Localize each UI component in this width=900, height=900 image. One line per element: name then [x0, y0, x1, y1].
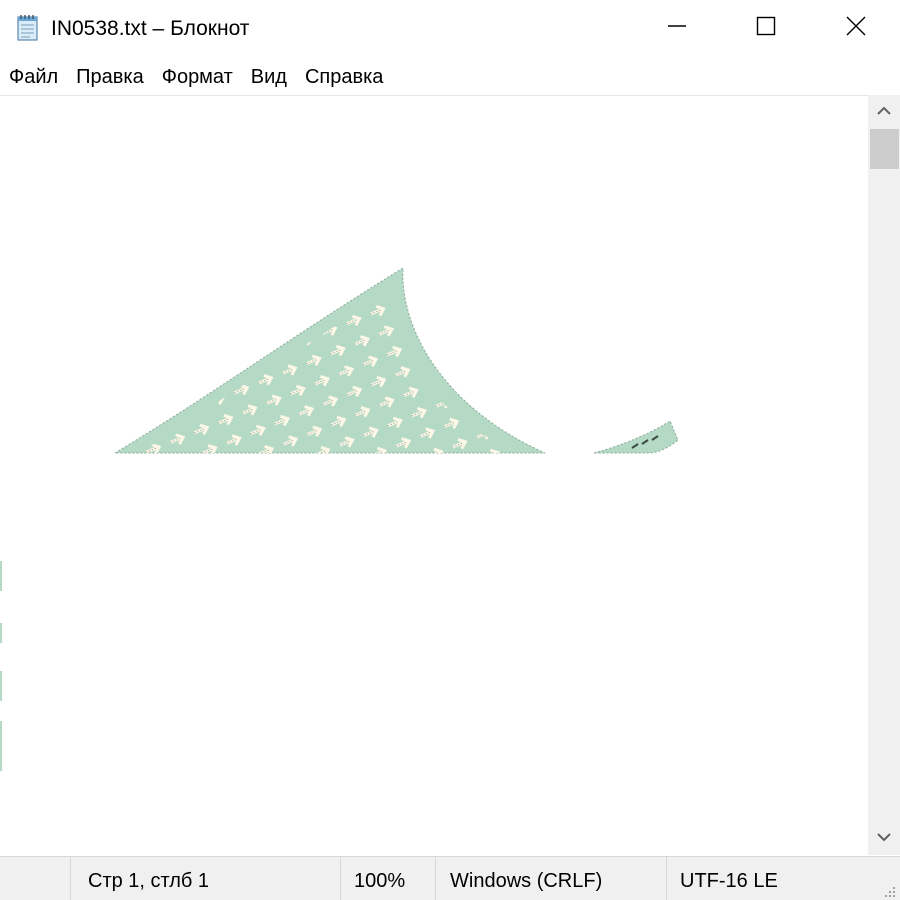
status-line-endings: Windows (CRLF) [450, 870, 603, 892]
edge-marks [0, 561, 2, 771]
status-position: Стр 1, стлб 1 [88, 870, 210, 892]
chevron-down-icon [876, 829, 892, 847]
notepad-icon[interactable] [16, 14, 40, 42]
minimize-icon [667, 16, 687, 41]
status-separator [70, 857, 71, 900]
status-encoding: UTF-16 LE [680, 870, 778, 892]
menu-format[interactable]: Формат [153, 60, 242, 94]
vertical-scrollbar[interactable] [868, 95, 900, 855]
scroll-thumb[interactable] [870, 129, 899, 169]
rendering-artifact [113, 267, 679, 454]
resize-grip-icon[interactable] [881, 882, 897, 898]
status-zoom: 100% [354, 870, 406, 892]
chevron-up-icon [876, 103, 892, 121]
scroll-down-button[interactable] [868, 821, 900, 855]
minimize-button[interactable] [632, 0, 722, 57]
menu-bar: Файл Правка Формат Вид Справка [0, 60, 900, 94]
menu-view[interactable]: Вид [242, 60, 296, 94]
maximize-button[interactable] [721, 0, 811, 57]
menu-help[interactable]: Справка [296, 60, 392, 94]
close-button[interactable] [811, 0, 900, 57]
menu-edit[interactable]: Правка [67, 60, 153, 94]
text-editor-area[interactable] [0, 95, 868, 856]
title-bar[interactable]: IN0538.txt – Блокнот [0, 0, 900, 57]
scroll-up-button[interactable] [868, 95, 900, 129]
close-icon [846, 16, 866, 41]
notepad-window: IN0538.txt – Блокнот Файл Правка Формат … [0, 0, 900, 900]
window-title: IN0538.txt – Блокнот [51, 17, 250, 40]
menu-file[interactable]: Файл [0, 60, 67, 94]
status-bar: Стр 1, стлб 1 100% Windows (CRLF) UTF-16… [0, 856, 900, 900]
maximize-icon [756, 16, 776, 41]
